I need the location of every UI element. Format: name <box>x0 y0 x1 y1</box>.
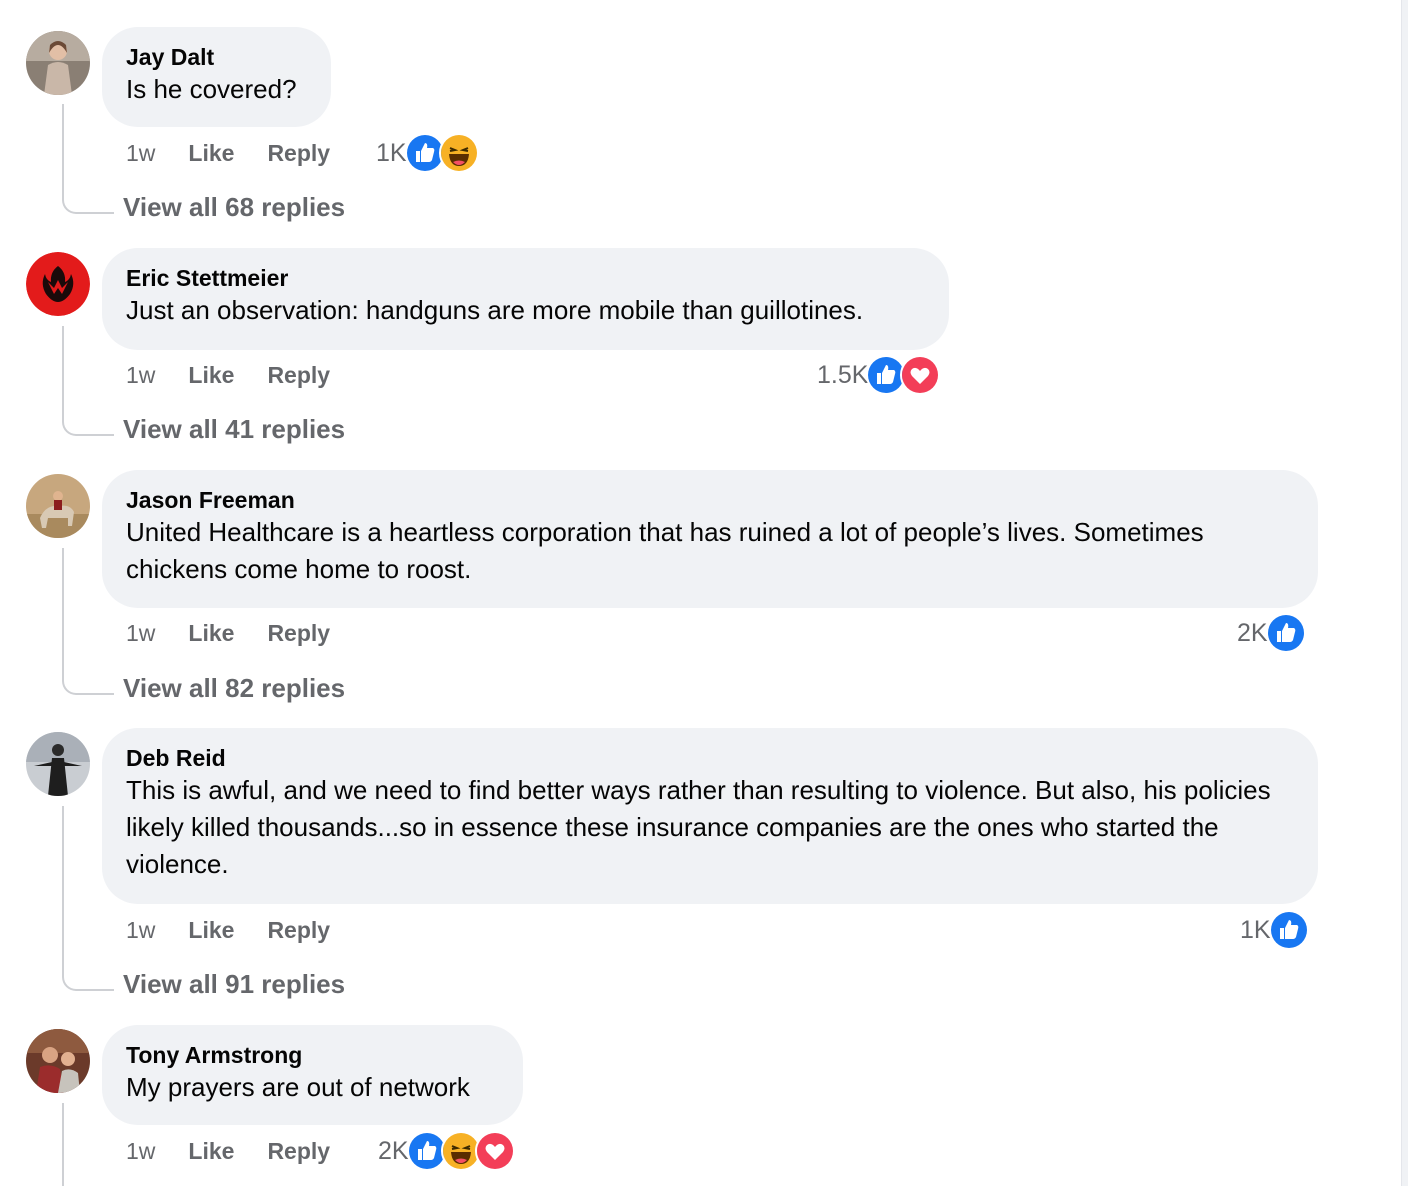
comment-bubble: Deb Reid This is awful, and we need to f… <box>102 728 1318 904</box>
reaction-count: 1K <box>1240 915 1271 944</box>
comment-author[interactable]: Eric Stettmeier <box>126 264 925 292</box>
view-replies-link[interactable]: View all 82 replies <box>123 673 345 704</box>
reply-button[interactable]: Reply <box>267 620 330 647</box>
comment-actions: 1w Like Reply <box>126 355 363 395</box>
reaction-count: 1K <box>376 138 407 167</box>
reply-button[interactable]: Reply <box>267 917 330 944</box>
comment-author[interactable]: Jason Freeman <box>126 486 1294 514</box>
thread-line <box>62 326 64 412</box>
comment-timestamp[interactable]: 1w <box>126 140 155 167</box>
like-button[interactable]: Like <box>188 1138 234 1165</box>
comment-actions: 1w Like Reply <box>126 613 363 653</box>
avatar[interactable] <box>26 1029 90 1093</box>
thread-connector <box>62 188 114 214</box>
comment-timestamp[interactable]: 1w <box>126 362 155 389</box>
view-replies-link[interactable]: View all 41 replies <box>123 414 345 445</box>
thread-line <box>62 1103 64 1186</box>
comment-text: Just an observation: handguns are more m… <box>126 295 864 325</box>
reaction-summary[interactable]: 2K <box>1237 613 1306 653</box>
comment-bubble: Tony Armstrong My prayers are out of net… <box>102 1025 523 1125</box>
avatar[interactable] <box>26 732 90 796</box>
thread-line <box>62 548 64 672</box>
thread-line <box>62 806 64 968</box>
reaction-summary[interactable]: 1K <box>1240 910 1309 950</box>
comment-bubble: Jay Dalt Is he covered? <box>102 27 331 127</box>
comment-text: United Healthcare is a heartless corpora… <box>126 517 1204 584</box>
like-button[interactable]: Like <box>188 140 234 167</box>
reaction-count: 1.5K <box>817 360 869 389</box>
love-icon <box>900 355 941 395</box>
like-button[interactable]: Like <box>188 362 234 389</box>
haha-icon <box>438 133 479 173</box>
avatar[interactable] <box>26 31 90 95</box>
thread-connector <box>62 669 114 695</box>
comment-actions: 1w Like Reply <box>126 910 363 950</box>
thread-line <box>62 104 64 190</box>
like-button[interactable]: Like <box>188 620 234 647</box>
avatar[interactable] <box>26 252 90 316</box>
comment-bubble: Jason Freeman United Healthcare is a hea… <box>102 470 1318 608</box>
comment-text: This is awful, and we need to find bette… <box>126 775 1271 879</box>
scrollbar-track[interactable] <box>1401 0 1408 1186</box>
comment-author[interactable]: Jay Dalt <box>126 43 307 71</box>
view-replies-link[interactable]: View all 68 replies <box>123 192 345 223</box>
comment-timestamp[interactable]: 1w <box>126 917 155 944</box>
reaction-summary[interactable]: 2K <box>378 1131 515 1171</box>
like-icon <box>1265 613 1306 653</box>
comment-text: Is he covered? <box>126 74 297 104</box>
comment-timestamp[interactable]: 1w <box>126 620 155 647</box>
reply-button[interactable]: Reply <box>267 1138 330 1165</box>
reaction-count: 2K <box>378 1136 409 1165</box>
thread-connector <box>62 410 114 436</box>
reaction-count: 2K <box>1237 618 1268 647</box>
like-icon <box>1268 910 1309 950</box>
view-replies-link[interactable]: View all 91 replies <box>123 969 345 1000</box>
comment-actions: 1w Like Reply <box>126 133 363 173</box>
comment-author[interactable]: Tony Armstrong <box>126 1041 499 1069</box>
comment-text: My prayers are out of network <box>126 1072 470 1102</box>
avatar[interactable] <box>26 474 90 538</box>
comment-timestamp[interactable]: 1w <box>126 1138 155 1165</box>
love-icon <box>474 1131 515 1171</box>
thread-connector <box>62 965 114 991</box>
reaction-summary[interactable]: 1K <box>376 133 479 173</box>
reaction-summary[interactable]: 1.5K <box>817 355 941 395</box>
reply-button[interactable]: Reply <box>267 362 330 389</box>
like-button[interactable]: Like <box>188 917 234 944</box>
comment-author[interactable]: Deb Reid <box>126 744 1294 772</box>
reply-button[interactable]: Reply <box>267 140 330 167</box>
comment-actions: 1w Like Reply <box>126 1131 363 1171</box>
comment-bubble: Eric Stettmeier Just an observation: han… <box>102 248 949 350</box>
